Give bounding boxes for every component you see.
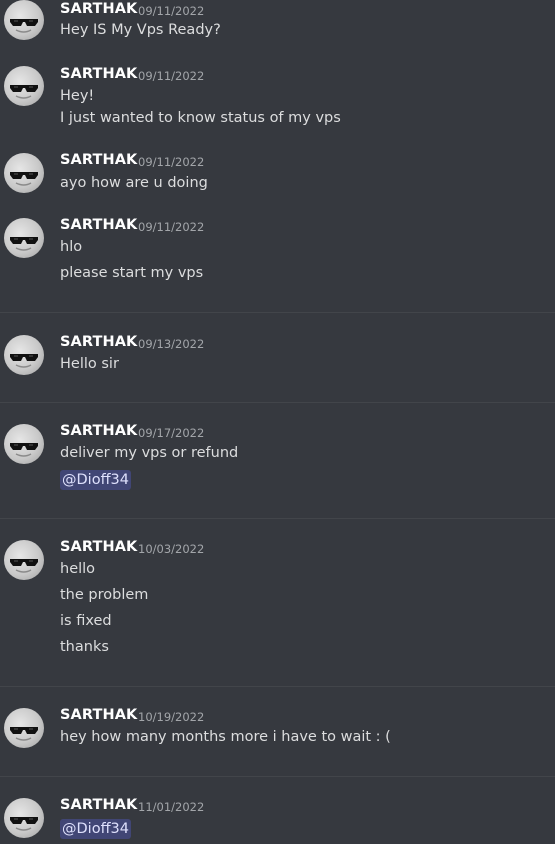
user-mention[interactable]: @Dioff34 (60, 819, 132, 839)
avatar[interactable] (4, 66, 44, 106)
date-divider (0, 686, 555, 687)
sunglasses-icon (10, 85, 38, 99)
sunglasses-icon (10, 817, 38, 831)
message-timestamp: 11/01/2022 (138, 800, 205, 814)
sunglasses-icon (10, 172, 38, 186)
message-timestamp: 09/17/2022 (138, 426, 205, 440)
message-text: please start my vps (60, 265, 204, 281)
sunglasses-icon (10, 727, 38, 741)
message-timestamp: 10/03/2022 (138, 542, 205, 556)
author-name[interactable]: SARTHAK (60, 423, 137, 439)
author-name[interactable]: SARTHAK (60, 797, 137, 813)
message-timestamp: 09/11/2022 (138, 155, 205, 169)
message-text: Hey IS My Vps Ready? (60, 22, 221, 38)
avatar[interactable] (4, 708, 44, 748)
author-name[interactable]: SARTHAK (60, 152, 137, 168)
message-timestamp: 09/11/2022 (138, 4, 205, 18)
sunglasses-icon (10, 354, 38, 368)
date-divider (0, 312, 555, 313)
author-name[interactable]: SARTHAK (60, 66, 137, 82)
message-timestamp: 10/19/2022 (138, 710, 205, 724)
sunglasses-icon (10, 237, 38, 251)
author-name[interactable]: SARTHAK (60, 707, 137, 723)
message-text: hello (60, 561, 96, 577)
date-divider (0, 518, 555, 519)
author-name[interactable]: SARTHAK (60, 217, 137, 233)
sunglasses-icon (10, 443, 38, 457)
message-text: ayo how are u doing (60, 175, 208, 191)
avatar[interactable] (4, 335, 44, 375)
sunglasses-icon (10, 559, 38, 573)
date-divider (0, 402, 555, 403)
avatar[interactable] (4, 0, 44, 40)
message-text: Hello sir (60, 356, 119, 372)
date-divider (0, 776, 555, 777)
message-text: hey how many months more i have to wait … (60, 729, 391, 745)
message-text: thanks (60, 639, 109, 655)
message-timestamp: 09/13/2022 (138, 337, 205, 351)
message-text: Hey! (60, 88, 95, 104)
sunglasses-icon (10, 19, 38, 33)
message-text: the problem (60, 587, 149, 603)
message-timestamp: 09/11/2022 (138, 69, 205, 83)
avatar[interactable] (4, 153, 44, 193)
message-text: is fixed (60, 613, 112, 629)
message-text: hlo (60, 239, 83, 255)
avatar[interactable] (4, 218, 44, 258)
avatar[interactable] (4, 540, 44, 580)
avatar[interactable] (4, 424, 44, 464)
user-mention[interactable]: @Dioff34 (60, 470, 132, 490)
message-text: deliver my vps or refund (60, 445, 239, 461)
message-timestamp: 09/11/2022 (138, 220, 205, 234)
author-name[interactable]: SARTHAK (60, 539, 137, 555)
author-name[interactable]: SARTHAK (60, 1, 137, 17)
message-text: I just wanted to know status of my vps (60, 110, 341, 126)
avatar[interactable] (4, 798, 44, 838)
author-name[interactable]: SARTHAK (60, 334, 137, 350)
chat-message-list[interactable]: SARTHAK 09/11/2022 Hey IS My Vps Ready? … (0, 0, 555, 844)
